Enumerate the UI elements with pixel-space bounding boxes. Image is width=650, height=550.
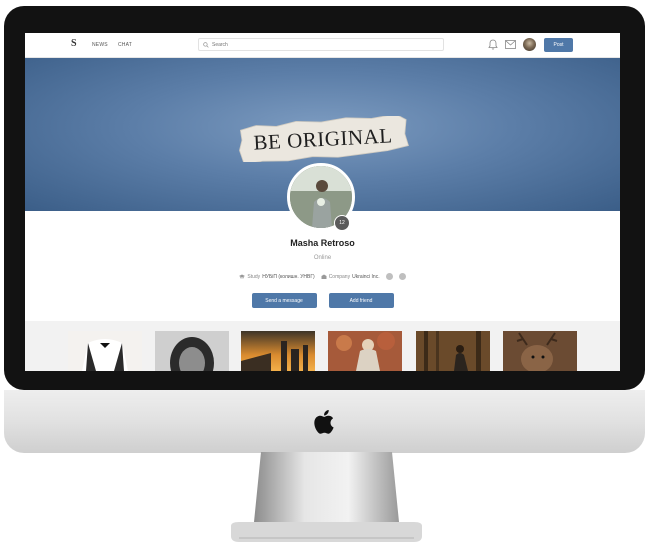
company-label: Company [328, 273, 351, 280]
profile-actions: Send a message Add friend [25, 293, 620, 308]
graduation-cap-icon [239, 274, 246, 279]
gallery-thumb-woman-flowers[interactable] [328, 331, 402, 371]
online-status: Online [313, 255, 332, 261]
cover-headline: BE ORIGINAL [252, 122, 394, 155]
notifications-bell-icon[interactable] [488, 39, 498, 50]
profile-name: Masha Retroso [290, 238, 355, 248]
study-value: НУБіП (колишн. УНВГ) [262, 273, 315, 280]
user-avatar[interactable] [523, 38, 536, 51]
post-button[interactable]: Post [544, 38, 573, 52]
gallery-thumb-woman-forest[interactable] [416, 331, 490, 371]
study-label: Study [247, 273, 261, 280]
profile-info-row: Study НУБіП (колишн. УНВГ) Company Ukrai… [25, 273, 620, 280]
building-icon [321, 274, 327, 279]
photo-gallery [25, 321, 620, 371]
study-info: Study НУБіП (колишн. УНВГ) [239, 273, 315, 280]
screen: S NEWS CHAT Post BE ORIGINAL [25, 33, 620, 371]
nav-news[interactable]: NEWS [92, 42, 108, 48]
social-icon-1[interactable] [385, 273, 393, 280]
monitor-chin [4, 390, 645, 453]
monitor-stand [231, 452, 422, 542]
search-icon [203, 41, 209, 48]
messages-mail-icon[interactable] [505, 40, 516, 49]
gallery-thumb-woman-portrait[interactable] [155, 331, 229, 371]
send-message-button[interactable]: Send a message [251, 293, 317, 308]
paper-strip: BE ORIGINAL [237, 116, 409, 162]
apple-logo-icon [313, 409, 334, 434]
photo-count-badge[interactable]: 12 [334, 215, 350, 231]
gallery-thumb-man-suit[interactable] [68, 331, 142, 371]
search-input[interactable] [212, 41, 432, 48]
add-friend-button[interactable]: Add friend [328, 293, 394, 308]
search-box[interactable] [198, 38, 444, 51]
company-info: Company Ukrainci Inc. [321, 274, 380, 280]
gallery-thumb-city-sunset[interactable] [241, 331, 315, 371]
company-value: Ukrainci Inc. [352, 273, 380, 280]
social-icon-2[interactable] [398, 273, 406, 280]
top-navigation-bar: S NEWS CHAT Post [25, 33, 620, 58]
gallery-thumb-deer[interactable] [503, 331, 577, 371]
site-logo[interactable]: S [71, 38, 77, 49]
nav-chat[interactable]: CHAT [118, 42, 132, 48]
